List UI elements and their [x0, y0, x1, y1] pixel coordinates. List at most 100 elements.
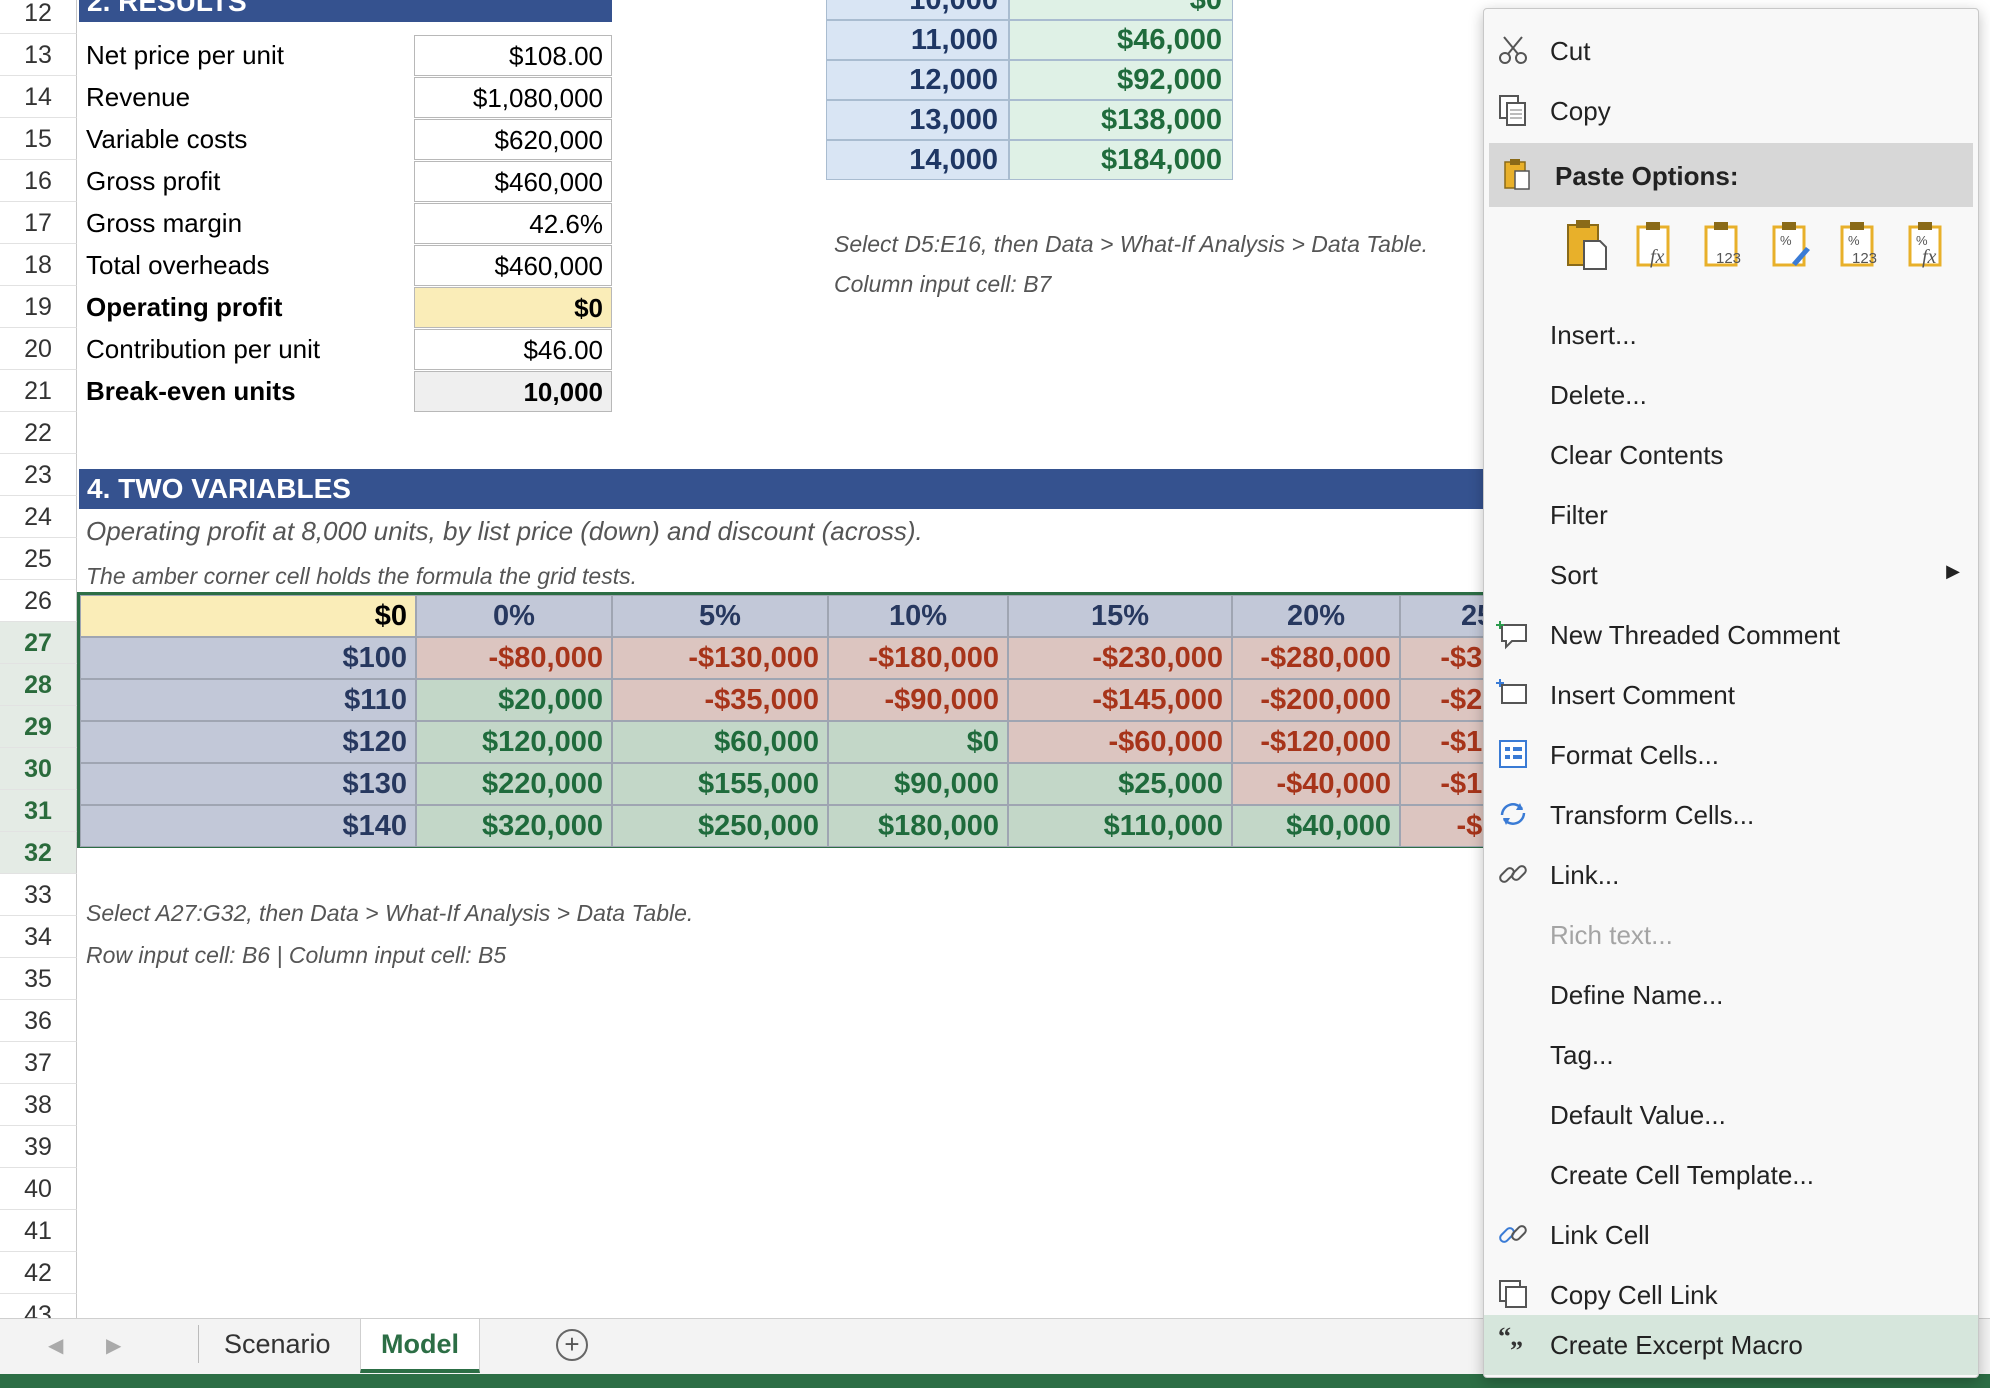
grid-price-label[interactable]: $130 — [80, 763, 416, 805]
row-header[interactable]: 41 — [0, 1210, 77, 1252]
grid-profit-cell[interactable]: -$280,000 — [1232, 637, 1400, 679]
row-header[interactable]: 24 — [0, 496, 77, 538]
one-var-profit-cell[interactable]: $46,000 — [1009, 20, 1233, 60]
row-header[interactable]: 12 — [0, 0, 77, 34]
grid-profit-cell[interactable]: -$145,000 — [1008, 679, 1232, 721]
row-header[interactable]: 22 — [0, 412, 77, 454]
one-var-units-cell[interactable]: 10,000 — [826, 0, 1009, 20]
menu-item-default-value[interactable]: Default Value... — [1484, 1085, 1978, 1145]
menu-item-format-cells[interactable]: Format Cells... — [1484, 725, 1978, 785]
paste-formulas-icon[interactable]: fx — [1634, 219, 1678, 271]
grid-profit-cell[interactable]: -$120,000 — [1232, 721, 1400, 763]
grid-profit-cell[interactable]: $250,000 — [612, 805, 828, 847]
grid-profit-cell[interactable]: -$80,000 — [416, 637, 612, 679]
row-header[interactable]: 25 — [0, 538, 77, 580]
menu-item-link[interactable]: Link... — [1484, 845, 1978, 905]
menu-item-tag[interactable]: Tag... — [1484, 1025, 1978, 1085]
grid-profit-cell[interactable]: $220,000 — [416, 763, 612, 805]
one-var-units-cell[interactable]: 13,000 — [826, 100, 1009, 140]
results-value[interactable]: $460,000 — [414, 161, 612, 202]
row-header[interactable]: 31 — [0, 790, 77, 832]
row-header[interactable]: 19 — [0, 286, 77, 328]
row-header[interactable]: 36 — [0, 1000, 77, 1042]
grid-discount-header[interactable]: 10% — [828, 595, 1008, 637]
grid-profit-cell[interactable]: -$130,000 — [612, 637, 828, 679]
grid-discount-header[interactable]: 15% — [1008, 595, 1232, 637]
row-header[interactable]: 18 — [0, 244, 77, 286]
row-header[interactable]: 27 — [0, 622, 77, 664]
menu-item-cut[interactable]: Cut — [1484, 21, 1978, 81]
results-value[interactable]: $46.00 — [414, 329, 612, 370]
grid-profit-cell[interactable]: $110,000 — [1008, 805, 1232, 847]
one-var-profit-cell[interactable]: $184,000 — [1009, 140, 1233, 180]
menu-item-link-cell[interactable]: Link Cell — [1484, 1205, 1978, 1265]
row-header[interactable]: 23 — [0, 454, 77, 496]
grid-profit-cell[interactable]: -$40,000 — [1232, 763, 1400, 805]
grid-price-label[interactable]: $120 — [80, 721, 416, 763]
row-header[interactable]: 30 — [0, 748, 77, 790]
row-header[interactable]: 40 — [0, 1168, 77, 1210]
grid-price-label[interactable]: $140 — [80, 805, 416, 847]
results-value[interactable]: 10,000 — [414, 371, 612, 412]
menu-item-transform-cells[interactable]: Transform Cells... — [1484, 785, 1978, 845]
grid-profit-cell[interactable]: $60,000 — [612, 721, 828, 763]
paste-formatting-icon[interactable]: % — [1770, 219, 1814, 271]
results-value[interactable]: 42.6% — [414, 203, 612, 244]
grid-profit-cell[interactable]: -$180,000 — [828, 637, 1008, 679]
row-header[interactable]: 39 — [0, 1126, 77, 1168]
grid-profit-cell[interactable]: $180,000 — [828, 805, 1008, 847]
row-header[interactable]: 15 — [0, 118, 77, 160]
tab-scenario[interactable]: Scenario — [204, 1319, 351, 1369]
grid-discount-header[interactable]: 5% — [612, 595, 828, 637]
menu-item-create-excerpt-macro[interactable]: “” Create Excerpt Macro — [1484, 1315, 1978, 1375]
one-var-profit-cell[interactable]: $138,000 — [1009, 100, 1233, 140]
grid-discount-header[interactable]: 0% — [416, 595, 612, 637]
paste-formulas-formatting-icon[interactable]: %fx — [1906, 219, 1950, 271]
results-value[interactable]: $620,000 — [414, 119, 612, 160]
grid-profit-cell[interactable]: -$200,000 — [1232, 679, 1400, 721]
grid-price-label[interactable]: $100 — [80, 637, 416, 679]
menu-item-insert[interactable]: Insert... — [1484, 305, 1978, 365]
grid-profit-cell[interactable]: $40,000 — [1232, 805, 1400, 847]
row-header[interactable]: 33 — [0, 874, 77, 916]
menu-item-copy[interactable]: Copy — [1484, 81, 1978, 141]
menu-item-new-threaded-comment[interactable]: New Threaded Comment — [1484, 605, 1978, 665]
row-header[interactable]: 28 — [0, 664, 77, 706]
row-header[interactable]: 17 — [0, 202, 77, 244]
results-value[interactable]: $1,080,000 — [414, 77, 612, 118]
one-var-units-cell[interactable]: 11,000 — [826, 20, 1009, 60]
grid-profit-cell[interactable]: $20,000 — [416, 679, 612, 721]
row-header[interactable]: 26 — [0, 580, 77, 622]
scroll-left-icon[interactable]: ◀ — [48, 1333, 63, 1358]
row-header[interactable]: 37 — [0, 1042, 77, 1084]
results-value[interactable]: $0 — [414, 287, 612, 328]
row-header[interactable]: 13 — [0, 34, 77, 76]
grid-profit-cell[interactable]: $155,000 — [612, 763, 828, 805]
paste-values-formatting-icon[interactable]: % 123 — [1838, 219, 1882, 271]
scroll-right-icon[interactable]: ▶ — [106, 1333, 121, 1358]
menu-item-paste-options[interactable]: Paste Options: — [1489, 143, 1973, 207]
row-header[interactable]: 14 — [0, 76, 77, 118]
menu-item-filter[interactable]: Filter — [1484, 485, 1978, 545]
row-header[interactable]: 35 — [0, 958, 77, 1000]
row-header[interactable]: 32 — [0, 832, 77, 874]
one-var-units-cell[interactable]: 12,000 — [826, 60, 1009, 100]
grid-profit-cell[interactable]: $320,000 — [416, 805, 612, 847]
menu-item-create-cell-template[interactable]: Create Cell Template... — [1484, 1145, 1978, 1205]
menu-item-clear-contents[interactable]: Clear Contents — [1484, 425, 1978, 485]
grid-corner-cell[interactable]: $0 — [80, 595, 416, 637]
menu-item-insert-comment[interactable]: Insert Comment — [1484, 665, 1978, 725]
grid-profit-cell[interactable]: $0 — [828, 721, 1008, 763]
row-header[interactable]: 20 — [0, 328, 77, 370]
one-var-units-cell[interactable]: 14,000 — [826, 140, 1009, 180]
results-value[interactable]: $460,000 — [414, 245, 612, 286]
menu-item-define-name[interactable]: Define Name... — [1484, 965, 1978, 1025]
grid-profit-cell[interactable]: $90,000 — [828, 763, 1008, 805]
grid-profit-cell[interactable]: -$90,000 — [828, 679, 1008, 721]
menu-item-sort[interactable]: Sort ▶ — [1484, 545, 1978, 605]
row-header[interactable]: 34 — [0, 916, 77, 958]
one-var-profit-cell[interactable]: $0 — [1009, 0, 1233, 20]
paste-values-icon[interactable]: 123 — [1702, 219, 1746, 271]
grid-discount-header[interactable]: 20% — [1232, 595, 1400, 637]
tab-model[interactable]: Model — [360, 1319, 480, 1373]
